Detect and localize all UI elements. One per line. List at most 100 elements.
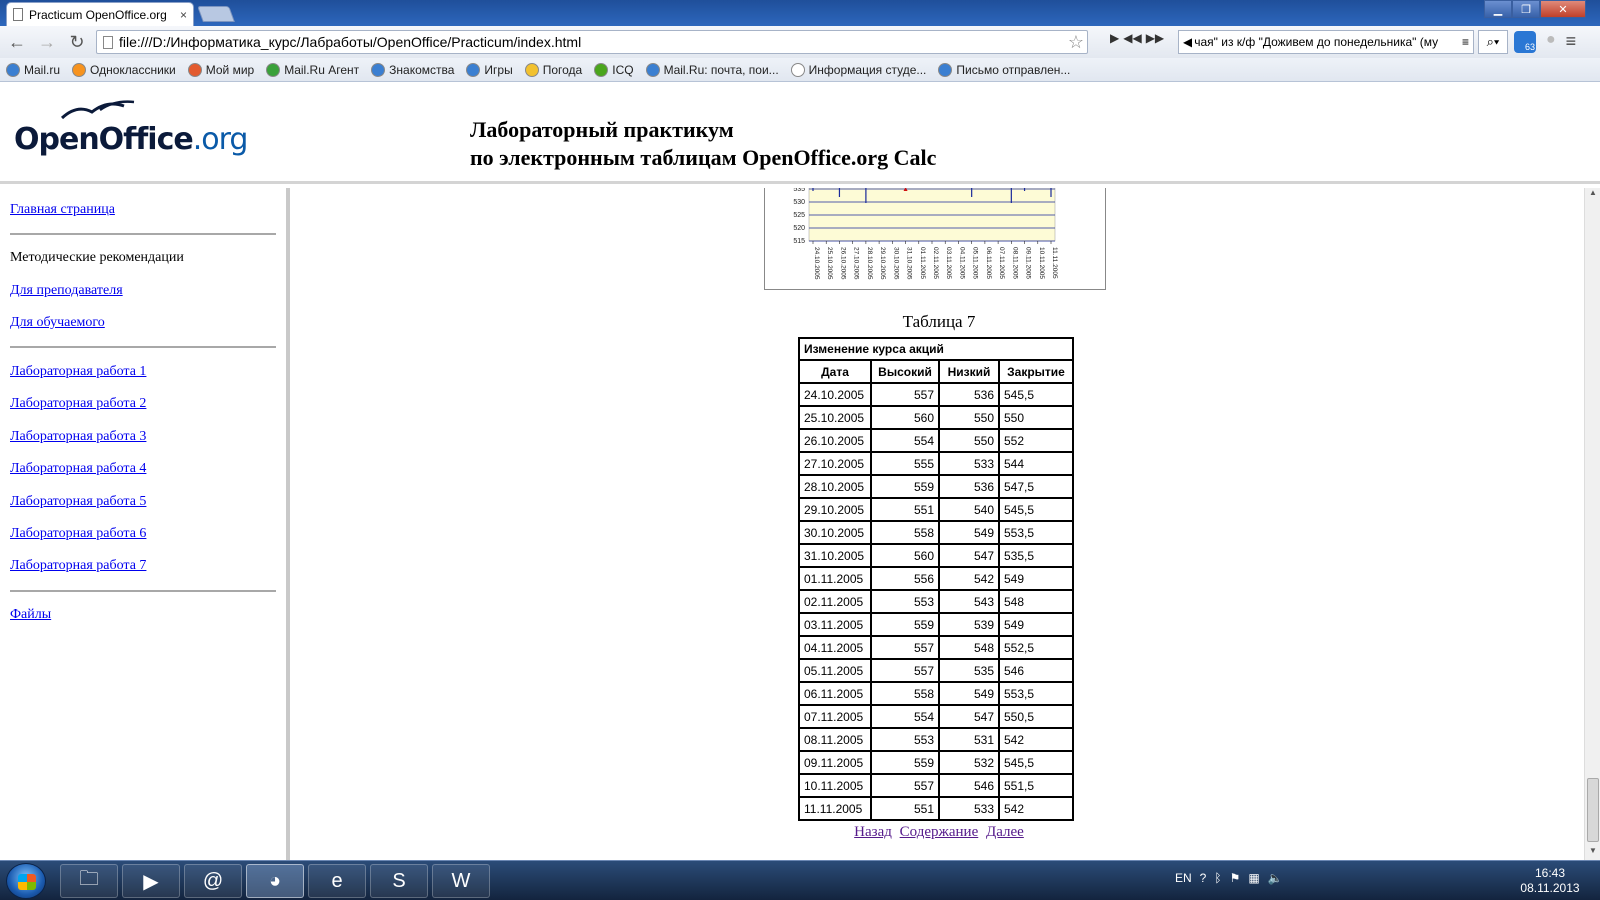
address-bar[interactable]: file:///D:/Информатика_курс/Лабработы/Op… — [96, 30, 1088, 54]
page-title-line1: Лабораторный практикум — [470, 117, 734, 142]
cell-high: 560 — [870, 543, 940, 568]
help-icon[interactable]: ? — [1200, 871, 1207, 885]
bookmark-item[interactable]: Письмо отправлен... — [938, 62, 1070, 77]
bookmark-item[interactable]: Mail.ru — [6, 62, 60, 77]
cell-low: 540 — [938, 497, 1000, 522]
skype-icon[interactable]: S — [370, 864, 428, 898]
x-tick-label: 11.11.2005 — [1051, 247, 1058, 279]
minimize-button[interactable]: ▁ — [1484, 0, 1512, 18]
sidebar-link-teacher[interactable]: Для преподавателя — [10, 283, 123, 299]
cell-close: 549 — [998, 566, 1074, 591]
cell-low: 535 — [938, 658, 1000, 683]
search-icon[interactable]: ⌕▾ — [1478, 30, 1508, 54]
sidebar-link-lab-2[interactable]: Лабораторная работа 2 — [10, 396, 146, 412]
wrench-menu-icon[interactable]: ≡ — [1566, 31, 1577, 53]
scroll-thumb[interactable] — [1587, 778, 1599, 842]
cell-low: 546 — [938, 773, 1000, 798]
word-icon[interactable]: W — [432, 864, 490, 898]
radio-ticker[interactable]: ◀ чая" из к/ф "Доживем до понедельника" … — [1178, 30, 1474, 54]
table-row: 06.11.2005 558 549 553,5 — [798, 681, 1074, 706]
sidebar-link-files[interactable]: Файлы — [10, 607, 51, 623]
flag-icon[interactable]: ⚑ — [1230, 871, 1241, 885]
lightbulb-icon[interactable]: ● — [1546, 31, 1556, 53]
vertical-scrollbar[interactable]: ▲ ▼ — [1584, 188, 1600, 860]
rewind-icon[interactable]: ◀◀ — [1123, 31, 1141, 45]
cell-date: 06.11.2005 — [798, 681, 872, 706]
bookmark-item[interactable]: Погода — [524, 62, 582, 77]
language-indicator[interactable]: EN — [1175, 871, 1192, 885]
y-tick-label: 515 — [793, 238, 805, 245]
column-header-date: Дата — [798, 359, 872, 384]
cell-high: 551 — [870, 796, 940, 821]
cell-high: 558 — [870, 520, 940, 545]
bookmark-item[interactable]: Знакомства — [371, 62, 454, 77]
bookmark-item[interactable]: ICQ — [594, 62, 634, 77]
mail-agent-taskbar-icon[interactable]: @ — [184, 864, 242, 898]
bookmark-star-icon[interactable]: ☆ — [1065, 32, 1087, 53]
sidebar-link-student[interactable]: Для обучаемого — [10, 315, 105, 331]
new-tab-button[interactable] — [197, 6, 235, 22]
table-row: 26.10.2005 554 550 552 — [798, 428, 1074, 453]
explorer-folder-icon[interactable]: 🗀 — [60, 864, 118, 898]
network-icon[interactable]: ▦ — [1248, 871, 1259, 885]
sidebar-link-lab-1[interactable]: Лабораторная работа 1 — [10, 364, 146, 380]
table-row: 04.11.2005 557 548 552,5 — [798, 635, 1074, 660]
cell-high: 557 — [870, 382, 940, 407]
chrome-taskbar-icon[interactable]: ◕ — [246, 864, 304, 898]
bluetooth-icon[interactable]: ᛒ — [1214, 871, 1221, 885]
tab-close-icon[interactable]: × — [180, 8, 187, 22]
table-row: 01.11.2005 556 542 549 — [798, 566, 1074, 591]
logo-wordmark: OpenOffice.org — [14, 122, 248, 157]
volume-icon[interactable]: 🔈 — [1268, 871, 1283, 885]
sidebar-link-lab-3[interactable]: Лабораторная работа 3 — [10, 429, 146, 445]
address-url[interactable]: file:///D:/Информатика_курс/Лабработы/Op… — [119, 34, 1059, 50]
restore-button[interactable]: ❐ — [1512, 0, 1540, 18]
table-row: 11.11.2005 551 533 542 — [798, 796, 1074, 821]
sidebar-link-lab-6[interactable]: Лабораторная работа 6 — [10, 526, 146, 542]
close-window-button[interactable]: ✕ — [1540, 0, 1586, 18]
x-tick-label: 10.11.2005 — [1038, 247, 1045, 279]
nav-next-link[interactable]: Далее — [986, 824, 1024, 840]
cell-date: 01.11.2005 — [798, 566, 872, 591]
forward-arrow-icon[interactable]: → — [34, 29, 60, 55]
media-player-icon[interactable]: ▶ — [122, 864, 180, 898]
sidebar-link-lab-7[interactable]: Лабораторная работа 7 — [10, 558, 146, 574]
sidebar-link-home[interactable]: Главная страница — [10, 202, 115, 218]
menu-lines-icon[interactable]: ≡ — [1462, 35, 1469, 49]
bookmark-item[interactable]: Mail.Ru: почта, пои... — [645, 62, 779, 77]
y-tick-label: 530 — [793, 199, 805, 206]
mail-agent-icon[interactable]: 63 — [1514, 31, 1536, 53]
x-tick-label: 08.11.2005 — [1011, 247, 1018, 279]
sidebar-link-lab-4[interactable]: Лабораторная работа 4 — [10, 461, 146, 477]
cell-date: 31.10.2005 — [798, 543, 872, 568]
bookmark-item[interactable]: Информация студе... — [790, 62, 926, 77]
bookmark-icon — [266, 62, 281, 77]
cell-close: 551,5 — [998, 773, 1074, 798]
back-arrow-icon[interactable]: ← — [4, 29, 30, 55]
y-tick-label: 520 — [793, 225, 805, 232]
scroll-up-icon[interactable]: ▲ — [1585, 188, 1600, 202]
table-caption: Таблица 7 — [902, 312, 976, 331]
stock-table: Изменение курса акций Дата Высокий Низки… — [798, 337, 1074, 821]
play-icon[interactable]: ▶ — [1110, 31, 1119, 45]
fast-forward-icon[interactable]: ▶▶ — [1146, 31, 1164, 45]
bookmark-item[interactable]: Мой мир — [187, 62, 254, 77]
scroll-down-icon[interactable]: ▼ — [1585, 846, 1600, 860]
reload-icon[interactable]: ↻ — [64, 29, 90, 55]
internet-explorer-icon[interactable]: e — [308, 864, 366, 898]
start-button[interactable] — [6, 863, 46, 899]
cell-date: 09.11.2005 — [798, 750, 872, 775]
clock[interactable]: 16:43 08.11.2013 — [1510, 866, 1590, 896]
bookmark-item[interactable]: Игры — [466, 62, 513, 77]
table-row: 24.10.2005 557 536 545,5 — [798, 382, 1074, 407]
sidebar-link-lab-5[interactable]: Лабораторная работа 5 — [10, 494, 146, 510]
nav-back-link[interactable]: Назад — [854, 824, 892, 840]
page-title: Лабораторный практикум по электронным та… — [470, 116, 936, 172]
bookmark-item[interactable]: Одноклассники — [72, 62, 176, 77]
cell-low: 533 — [938, 796, 1000, 821]
cell-close: 549 — [998, 612, 1074, 637]
cell-close: 550,5 — [998, 704, 1074, 729]
bookmark-item[interactable]: Mail.Ru Агент — [266, 62, 359, 77]
browser-tab-active[interactable]: Practicum OpenOffice.org × — [6, 2, 194, 26]
nav-contents-link[interactable]: Содержание — [900, 824, 979, 840]
